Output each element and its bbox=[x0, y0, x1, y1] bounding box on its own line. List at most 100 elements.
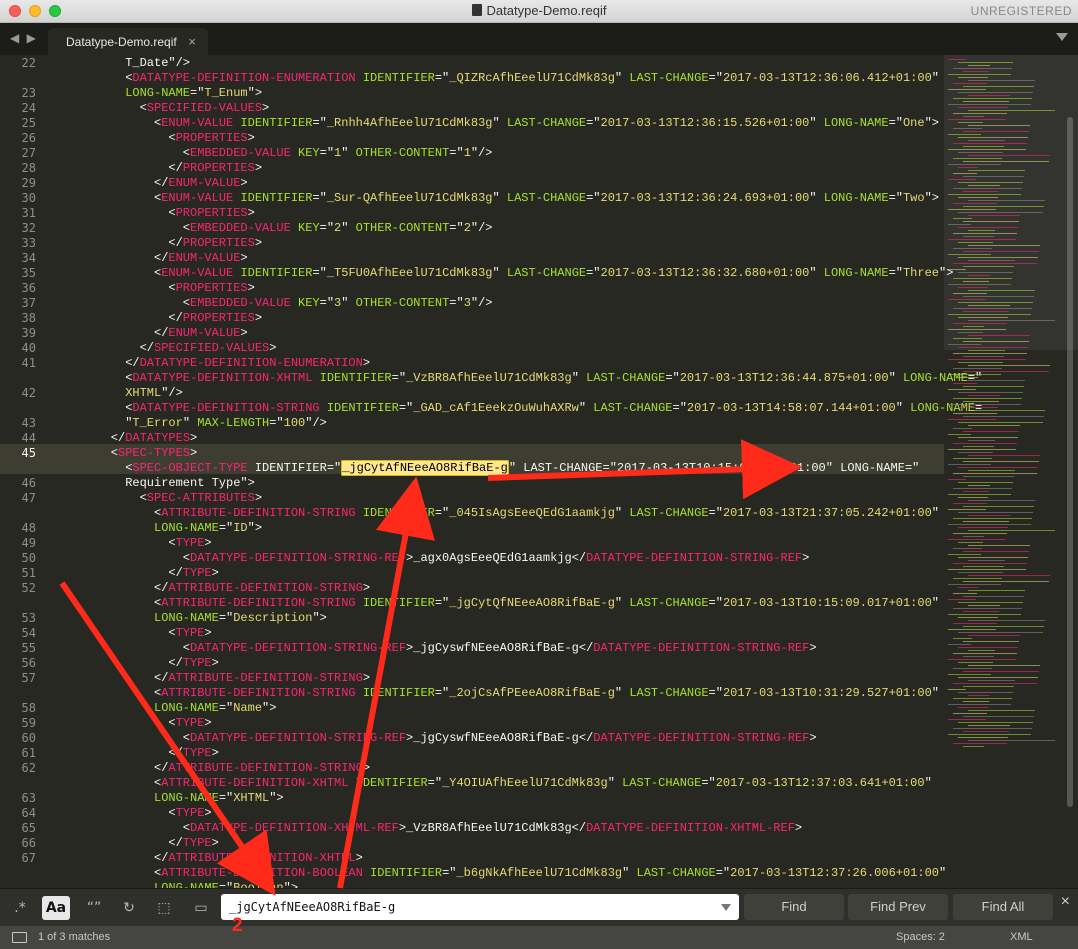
close-find-panel-icon[interactable]: × bbox=[1061, 893, 1070, 911]
code-line[interactable]: </DATATYPE-DEFINITION-ENUMERATION> bbox=[125, 356, 370, 371]
code-line[interactable]: <EMBEDDED-VALUE KEY="3" OTHER-CONTENT="3… bbox=[183, 296, 493, 311]
code-text: =" bbox=[701, 776, 716, 790]
find-button[interactable]: Find bbox=[744, 894, 844, 920]
code-line[interactable]: <DATATYPE-DEFINITION-STRING-REF>_jgCyswf… bbox=[183, 731, 817, 746]
code-line[interactable]: <DATATYPE-DEFINITION-XHTML-REF>_VzBR8Afh… bbox=[183, 821, 802, 836]
code-line[interactable]: <ATTRIBUTE-DEFINITION-XHTML IDENTIFIER="… bbox=[154, 776, 932, 791]
code-line[interactable]: <ATTRIBUTE-DEFINITION-STRING IDENTIFIER=… bbox=[154, 596, 939, 611]
code-line[interactable]: </ATTRIBUTE-DEFINITION-STRING> bbox=[154, 581, 370, 596]
minimap-line bbox=[948, 329, 1006, 330]
code-line[interactable]: </PROPERTIES> bbox=[168, 161, 262, 176]
find-history-dropdown-icon[interactable] bbox=[721, 904, 731, 911]
code-line[interactable]: <EMBEDDED-VALUE KEY="2" OTHER-CONTENT="2… bbox=[183, 221, 493, 236]
code-line[interactable]: </ENUM-VALUE> bbox=[154, 251, 248, 266]
tab-menu-chevron-icon[interactable] bbox=[1056, 33, 1068, 41]
minimap-line bbox=[963, 431, 1019, 432]
minimap-line bbox=[948, 254, 991, 255]
wrap-toggle-button[interactable]: ↻ bbox=[115, 896, 143, 920]
code-line[interactable]: <ATTRIBUTE-DEFINITION-BOOLEAN IDENTIFIER… bbox=[154, 866, 946, 881]
code-line[interactable]: </PROPERTIES> bbox=[168, 236, 262, 251]
tab-close-icon[interactable]: × bbox=[188, 34, 196, 49]
xml-attribute-value: 3 bbox=[463, 296, 471, 310]
code-text: > bbox=[355, 851, 363, 865]
code-line[interactable]: <ENUM-VALUE IDENTIFIER="_Sur-QAfhEeelU71… bbox=[154, 191, 939, 206]
code-text: =" bbox=[218, 881, 234, 888]
syntax-selector[interactable]: XML bbox=[1010, 931, 1033, 943]
code-line[interactable]: <SPECIFIED-VALUES> bbox=[140, 101, 270, 116]
find-prev-button[interactable]: Find Prev bbox=[848, 894, 948, 920]
code-line[interactable]: <SPEC-TYPES> bbox=[111, 446, 197, 461]
code-line[interactable]: </ATTRIBUTE-DEFINITION-STRING> bbox=[154, 761, 370, 776]
code-line[interactable]: <PROPERTIES> bbox=[168, 206, 254, 221]
code-line[interactable]: </ENUM-VALUE> bbox=[154, 176, 248, 191]
code-line[interactable]: <DATATYPE-DEFINITION-STRING IDENTIFIER="… bbox=[125, 401, 982, 416]
highlight-matches-toggle-button[interactable]: ▭ bbox=[187, 896, 215, 920]
xml-tag-name: DATATYPE-DEFINITION-STRING-REF bbox=[190, 641, 407, 655]
code-line[interactable]: LONG-NAME="T_Enum"> bbox=[125, 86, 262, 101]
code-line[interactable]: </TYPE> bbox=[168, 656, 218, 671]
code-line[interactable]: </SPECIFIED-VALUES> bbox=[140, 341, 277, 356]
panel-toggle-icon[interactable] bbox=[12, 932, 27, 943]
code-line[interactable]: <TYPE> bbox=[168, 806, 211, 821]
code-line[interactable]: T_Date"/> bbox=[125, 56, 190, 71]
code-line[interactable]: <TYPE> bbox=[168, 716, 211, 731]
code-line[interactable]: <ENUM-VALUE IDENTIFIER="_Rnhh4AfhEeelU71… bbox=[154, 116, 939, 131]
minimap-line bbox=[948, 134, 981, 135]
code-text: "> bbox=[247, 86, 263, 100]
code-view[interactable]: T_Date"/> <DATATYPE-DEFINITION-ENUMERATIO… bbox=[82, 55, 982, 888]
code-line[interactable]: LONG-NAME="Description"> bbox=[154, 611, 327, 626]
line-number: 29 bbox=[21, 176, 36, 190]
code-line[interactable]: <EMBEDDED-VALUE KEY="1" OTHER-CONTENT="1… bbox=[183, 146, 493, 161]
code-line[interactable]: <ENUM-VALUE IDENTIFIER="_T5FU0AfhEeelU71… bbox=[154, 266, 953, 281]
code-line[interactable]: </TYPE> bbox=[168, 836, 218, 851]
code-line[interactable]: </ATTRIBUTE-DEFINITION-XHTML> bbox=[154, 851, 363, 866]
case-sensitive-toggle-button[interactable]: Aa bbox=[42, 896, 70, 920]
code-line[interactable]: <ATTRIBUTE-DEFINITION-STRING IDENTIFIER=… bbox=[154, 506, 939, 521]
code-text: </ bbox=[168, 161, 183, 175]
xml-attribute-value: Three bbox=[902, 266, 939, 280]
code-line[interactable]: Requirement Type"> bbox=[125, 476, 255, 491]
find-input[interactable]: _jgCytAfNEeeAO8RifBaE-g bbox=[221, 894, 739, 920]
tab-datatype-demo[interactable]: Datatype-Demo.reqif × bbox=[48, 28, 208, 55]
code-line[interactable]: LONG-NAME="ID"> bbox=[154, 521, 262, 536]
editor-area[interactable]: 22 23 24 25 26 27 28 29 30 31 32 33 34 35 36 37 38 39 40 41… bbox=[0, 55, 1078, 888]
code-line[interactable]: <PROPERTIES> bbox=[168, 281, 254, 296]
code-line[interactable]: LONG-NAME="XHTML"> bbox=[154, 791, 284, 806]
code-line[interactable]: </TYPE> bbox=[168, 566, 218, 581]
code-line[interactable]: LONG-NAME="Name"> bbox=[154, 701, 276, 716]
code-line[interactable]: <DATATYPE-DEFINITION-XHTML IDENTIFIER="_… bbox=[125, 371, 982, 386]
minimap[interactable] bbox=[944, 55, 1078, 888]
vertical-scrollbar[interactable] bbox=[1067, 117, 1073, 807]
whole-word-toggle-button[interactable]: “” bbox=[80, 896, 108, 920]
code-line[interactable]: </ATTRIBUTE-DEFINITION-STRING> bbox=[154, 671, 370, 686]
indentation-setting[interactable]: Spaces: 2 bbox=[896, 931, 945, 943]
code-line[interactable]: <DATATYPE-DEFINITION-STRING-REF>_jgCyswf… bbox=[183, 641, 817, 656]
xml-attribute-name: LAST-CHANGE bbox=[506, 266, 587, 280]
xml-attribute-name: LAST-CHANGE bbox=[593, 401, 673, 415]
code-line[interactable]: </TYPE> bbox=[168, 746, 218, 761]
code-line[interactable]: <SPEC-OBJECT-TYPE IDENTIFIER="_jgCytAfNE… bbox=[125, 460, 919, 476]
code-line[interactable]: <SPEC-ATTRIBUTES> bbox=[140, 491, 262, 506]
code-text: > bbox=[794, 821, 803, 835]
code-line[interactable]: </DATATYPES> bbox=[111, 431, 197, 446]
code-line[interactable]: </ENUM-VALUE> bbox=[154, 326, 248, 341]
code-line[interactable]: "T_Error" MAX-LENGTH="100"/> bbox=[125, 416, 327, 431]
tab-nav-arrows-icon[interactable]: ◀ ▶ bbox=[10, 31, 38, 45]
minimap-line bbox=[968, 185, 1000, 186]
find-all-button[interactable]: Find All bbox=[953, 894, 1053, 920]
code-line[interactable]: <PROPERTIES> bbox=[168, 131, 254, 146]
code-line[interactable]: </PROPERTIES> bbox=[168, 311, 262, 326]
minimap-line bbox=[968, 455, 1040, 456]
minimap-line bbox=[948, 59, 966, 60]
code-line[interactable]: <DATATYPE-DEFINITION-ENUMERATION IDENTIF… bbox=[125, 71, 939, 86]
code-line[interactable]: XHTML"/> bbox=[125, 386, 183, 401]
regex-toggle-button[interactable]: .* bbox=[6, 896, 34, 920]
code-line[interactable]: <TYPE> bbox=[168, 626, 211, 641]
in-selection-toggle-button[interactable]: ⬚ bbox=[150, 896, 178, 920]
code-line[interactable]: <ATTRIBUTE-DEFINITION-STRING IDENTIFIER=… bbox=[154, 686, 939, 701]
code-line[interactable]: <TYPE> bbox=[168, 536, 211, 551]
code-text: IDENTIFIER=" bbox=[247, 461, 342, 475]
code-line[interactable]: LONG-NAME="Boolean"> bbox=[154, 881, 298, 888]
code-line[interactable]: <DATATYPE-DEFINITION-STRING-REF>_agx0Ags… bbox=[183, 551, 810, 566]
code-text: " bbox=[607, 776, 623, 790]
